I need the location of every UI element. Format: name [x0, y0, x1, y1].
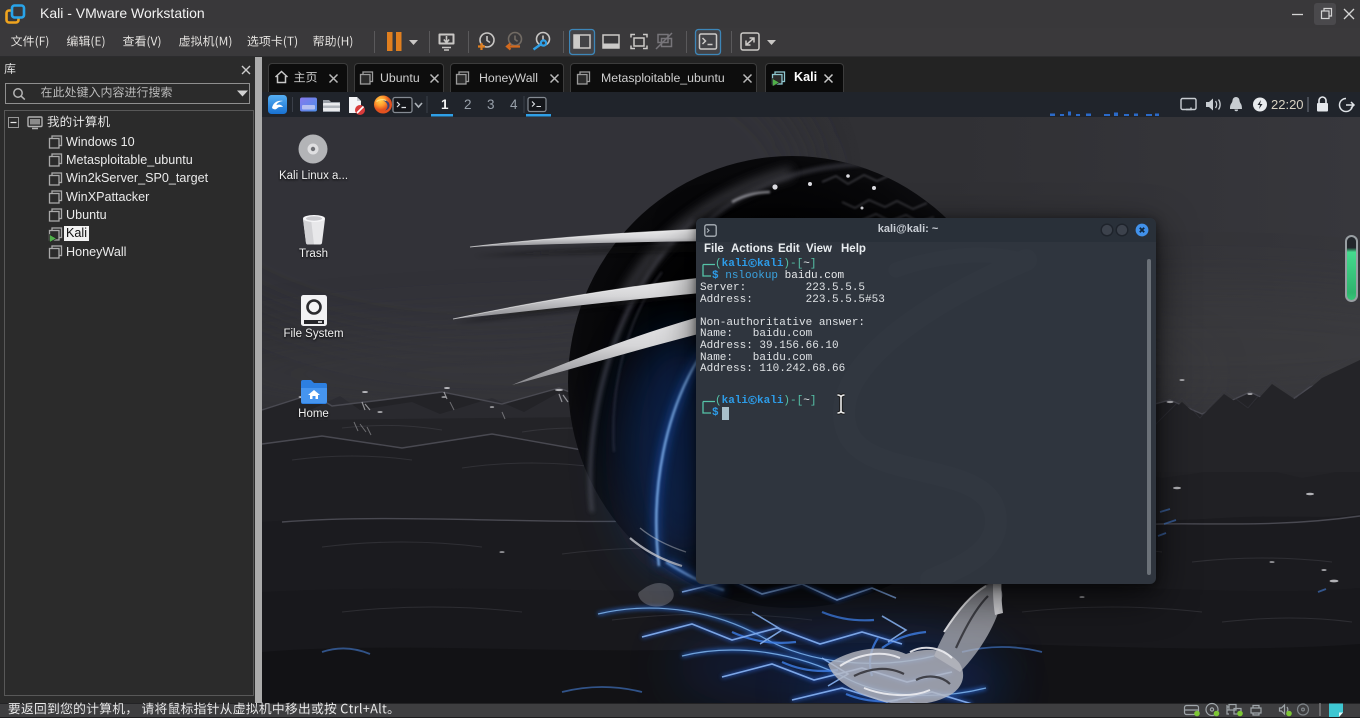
svg-text:2: 2 — [464, 97, 472, 112]
svg-text:3: 3 — [487, 97, 495, 112]
svg-text:1: 1 — [441, 97, 449, 112]
svg-text:4: 4 — [510, 97, 518, 112]
svg-text:22:20: 22:20 — [1271, 97, 1304, 112]
